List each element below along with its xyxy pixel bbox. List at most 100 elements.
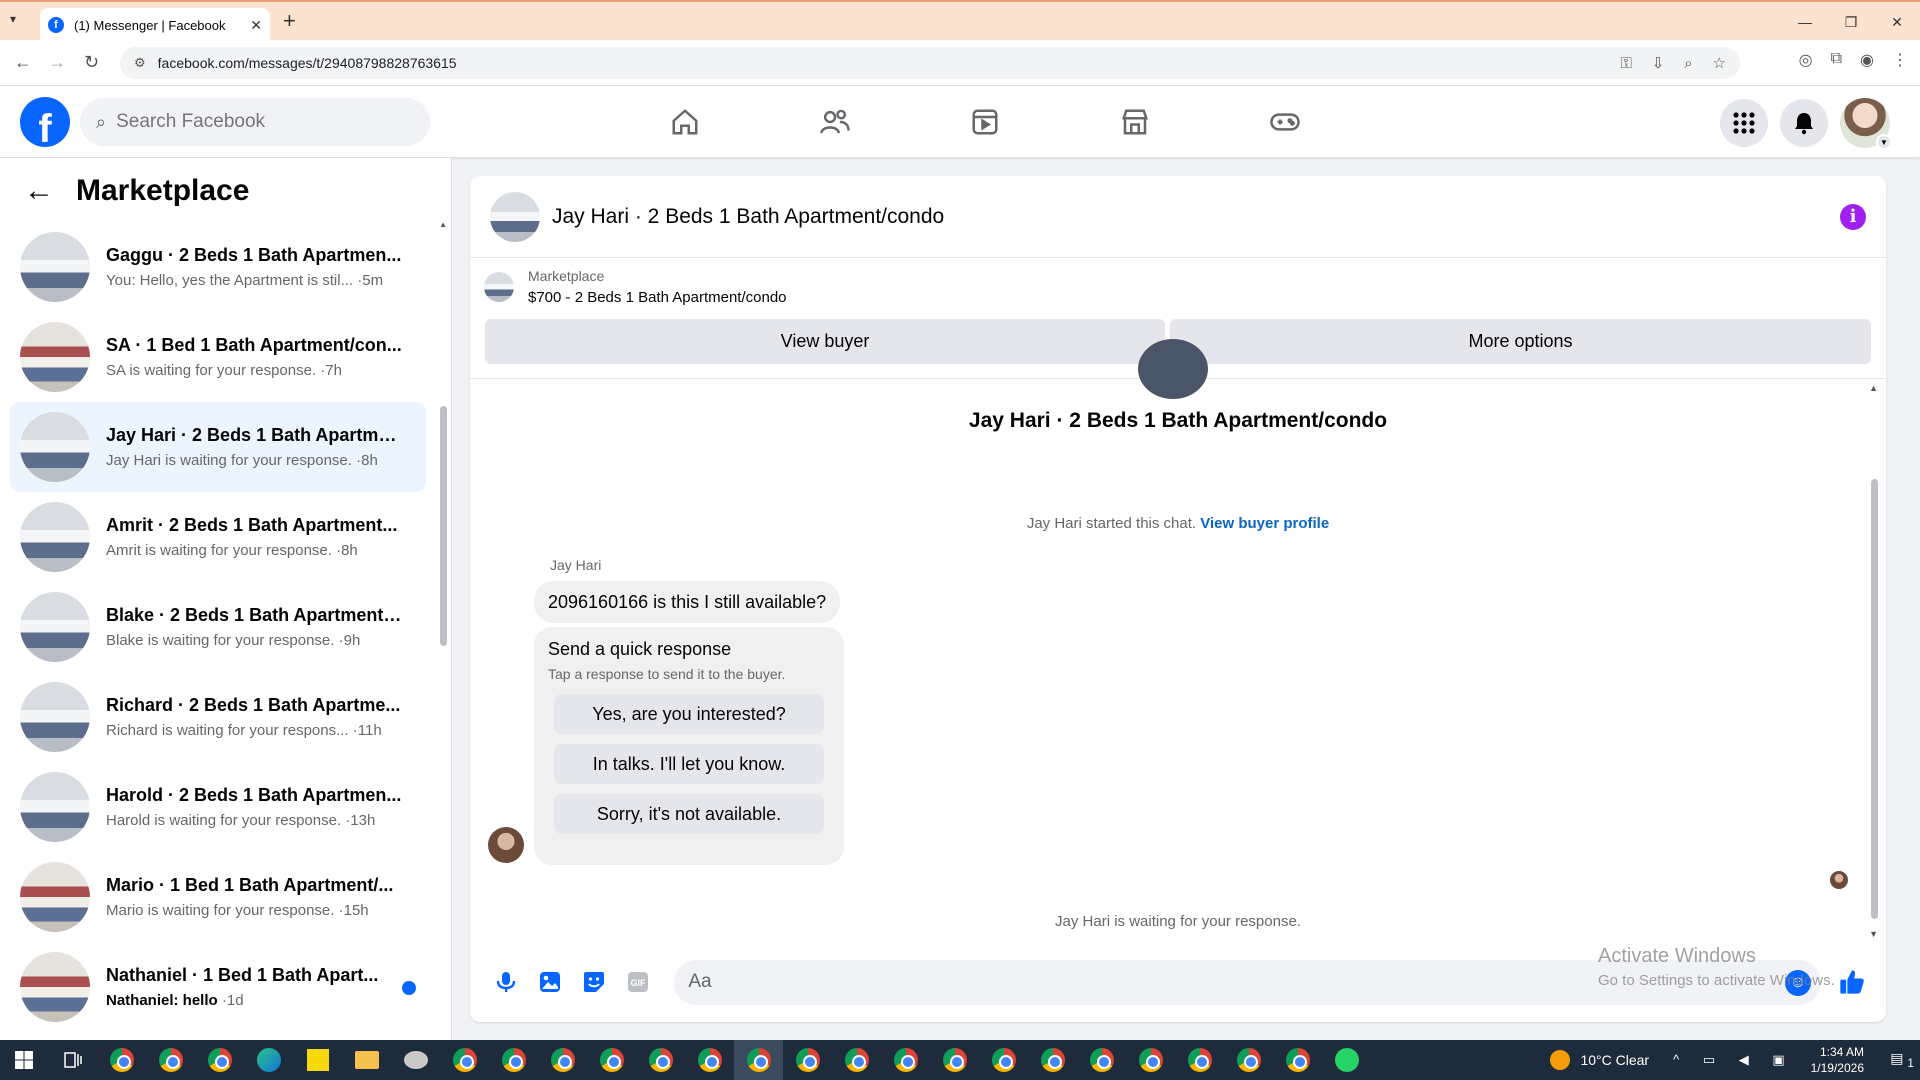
task-view-button[interactable] bbox=[48, 1040, 97, 1080]
chrome-taskbar-icon[interactable] bbox=[1077, 1040, 1126, 1080]
home-tab[interactable] bbox=[610, 86, 760, 158]
back-arrow-icon[interactable]: ← bbox=[24, 174, 54, 208]
listing-thumbnail bbox=[20, 232, 90, 302]
file-explorer-taskbar-icon[interactable] bbox=[342, 1040, 391, 1080]
quick-reply-not-available-button[interactable]: Sorry, it's not available. bbox=[554, 794, 824, 834]
conversation-item[interactable]: Blake · 2 Beds 1 Bath Apartment/... Blake… bbox=[10, 582, 426, 672]
zoom-icon[interactable]: ⌕ bbox=[1684, 55, 1692, 72]
message-bubble[interactable]: 2096160166 is this I still available? bbox=[534, 581, 841, 623]
close-window-button[interactable]: ✕ bbox=[1874, 2, 1920, 42]
video-tab[interactable] bbox=[910, 86, 1060, 158]
sidebar-scrollbar[interactable] bbox=[440, 406, 447, 646]
facebook-logo-icon[interactable]: f bbox=[20, 97, 70, 147]
chrome-taskbar-icon[interactable] bbox=[1224, 1040, 1273, 1080]
sender-avatar[interactable] bbox=[488, 827, 524, 863]
listing-thumbnail bbox=[20, 412, 90, 482]
conversation-item[interactable]: Jay Hari · 2 Beds 1 Bath Apartme... Jay H… bbox=[10, 402, 426, 492]
conversation-preview: SA is waiting for your response. bbox=[106, 362, 317, 379]
view-buyer-profile-link[interactable]: View buyer profile bbox=[1200, 515, 1329, 532]
chrome-taskbar-icon[interactable] bbox=[146, 1040, 195, 1080]
listing-thumbnail[interactable] bbox=[490, 191, 540, 242]
forward-button[interactable]: → bbox=[48, 52, 66, 73]
chrome-taskbar-icon[interactable] bbox=[1273, 1040, 1322, 1080]
app-taskbar-icon[interactable] bbox=[391, 1040, 440, 1080]
more-options-button[interactable]: More options bbox=[1170, 319, 1871, 364]
site-info-icon[interactable]: ⚙ bbox=[134, 55, 146, 71]
minimize-button[interactable]: — bbox=[1782, 2, 1828, 42]
gaming-tab[interactable] bbox=[1210, 86, 1360, 158]
chrome-taskbar-icon[interactable] bbox=[440, 1040, 489, 1080]
facebook-search[interactable]: ⌕ bbox=[80, 98, 430, 146]
browser-menu-icon[interactable]: ⋮ bbox=[1892, 50, 1908, 70]
listing-label: Marketplace bbox=[528, 268, 605, 284]
center-nav bbox=[610, 86, 1360, 158]
chrome-taskbar-icon[interactable] bbox=[1028, 1040, 1077, 1080]
notifications-button[interactable] bbox=[1780, 99, 1828, 147]
quick-reply-yes-button[interactable]: Yes, are you interested? bbox=[554, 694, 824, 734]
chrome-taskbar-icon[interactable] bbox=[930, 1040, 979, 1080]
password-key-icon[interactable]: ⚿ bbox=[1620, 55, 1631, 72]
chrome-taskbar-icon[interactable] bbox=[538, 1040, 587, 1080]
tab-close-icon[interactable]: ✕ bbox=[250, 17, 262, 34]
profile-icon[interactable]: ◉ bbox=[1860, 50, 1874, 70]
quick-reply-in-talks-button[interactable]: In talks. I'll let you know. bbox=[554, 744, 824, 784]
account-avatar[interactable]: ▼ bbox=[1840, 98, 1892, 150]
like-button[interactable] bbox=[1833, 962, 1872, 1002]
chrome-taskbar-icon[interactable] bbox=[636, 1040, 685, 1080]
conversation-item[interactable]: Harold · 2 Beds 1 Bath Apartmen... Harold… bbox=[10, 762, 426, 852]
bookmark-star-icon[interactable]: ☆ bbox=[1713, 55, 1726, 72]
back-button[interactable]: ← bbox=[14, 52, 32, 73]
search-input[interactable] bbox=[116, 111, 397, 133]
info-icon[interactable]: i bbox=[1840, 203, 1866, 230]
chat-scroll-down-icon[interactable]: ▼ bbox=[1869, 929, 1878, 939]
menu-grid-button[interactable] bbox=[1720, 99, 1768, 147]
whatsapp-taskbar-icon[interactable] bbox=[1322, 1040, 1371, 1080]
conversation-item[interactable]: Mario · 1 Bed 1 Bath Apartment/... Mario … bbox=[10, 852, 426, 942]
attach-photo-button[interactable] bbox=[528, 960, 572, 1005]
chrome-taskbar-icon[interactable] bbox=[587, 1040, 636, 1080]
chrome-taskbar-icon[interactable] bbox=[1126, 1040, 1175, 1080]
chrome-taskbar-icon[interactable] bbox=[881, 1040, 930, 1080]
conversation-item[interactable]: Nathaniel · 1 Bed 1 Bath Apart... Nathani… bbox=[10, 942, 426, 1032]
notification-center-button[interactable]: ▤ 1 bbox=[1884, 1050, 1920, 1070]
chrome-taskbar-icon[interactable] bbox=[195, 1040, 244, 1080]
chrome-taskbar-icon[interactable] bbox=[832, 1040, 881, 1080]
restore-button[interactable]: ❐ bbox=[1828, 2, 1874, 42]
friends-tab[interactable] bbox=[760, 86, 910, 158]
sticker-button[interactable] bbox=[572, 960, 616, 1005]
edge-taskbar-icon[interactable] bbox=[244, 1040, 293, 1080]
conversation-item[interactable]: Gaggu · 2 Beds 1 Bath Apartmen... You: He… bbox=[10, 222, 426, 312]
chrome-taskbar-icon[interactable] bbox=[97, 1040, 146, 1080]
clock[interactable]: 1:34 AM 1/19/2026 bbox=[1811, 1044, 1864, 1076]
weather-widget[interactable]: 10°C Clear bbox=[1550, 1050, 1649, 1070]
install-app-icon[interactable]: ⇩ bbox=[1652, 55, 1665, 72]
conversation-item[interactable]: Amrit · 2 Beds 1 Bath Apartment... Amrit … bbox=[10, 492, 426, 582]
scroll-up-arrow-icon[interactable]: ▲ bbox=[439, 220, 447, 229]
conversation-item[interactable]: Richard · 2 Beds 1 Bath Apartme... Richar… bbox=[10, 672, 426, 762]
listing-small-thumbnail[interactable] bbox=[484, 272, 514, 302]
marketplace-tab[interactable] bbox=[1060, 86, 1210, 158]
chat-scrollbar[interactable] bbox=[1871, 479, 1878, 919]
browser-tab[interactable]: f (1) Messenger | Facebook ✕ bbox=[40, 8, 270, 42]
quick-response-card: Send a quick response Tap a response to … bbox=[534, 627, 844, 865]
chrome-taskbar-icon-active[interactable] bbox=[734, 1040, 783, 1080]
chrome-taskbar-icon[interactable] bbox=[783, 1040, 832, 1080]
system-icons[interactable]: ^ ▭ ◀ ▣ bbox=[1673, 1052, 1795, 1068]
translate-icon[interactable]: ◎ bbox=[1799, 50, 1813, 70]
conversation-item[interactable]: SA · 1 Bed 1 Bath Apartment/con... SA is … bbox=[10, 312, 426, 402]
start-button[interactable] bbox=[0, 1040, 48, 1080]
url-bar[interactable]: ⚙ facebook.com/messages/t/29408798828763… bbox=[120, 47, 1740, 79]
chrome-taskbar-icon[interactable] bbox=[685, 1040, 734, 1080]
reload-button[interactable]: ↻ bbox=[84, 52, 99, 73]
new-tab-button[interactable]: + bbox=[283, 8, 296, 34]
voice-clip-button[interactable] bbox=[484, 960, 528, 1005]
chrome-taskbar-icon[interactable] bbox=[1175, 1040, 1224, 1080]
chrome-taskbar-icon[interactable] bbox=[979, 1040, 1028, 1080]
sticky-notes-taskbar-icon[interactable] bbox=[293, 1040, 342, 1080]
view-buyer-button[interactable]: View buyer bbox=[485, 319, 1165, 364]
chat-scroll-up-icon[interactable]: ▲ bbox=[1869, 383, 1878, 393]
chrome-taskbar-icon[interactable] bbox=[489, 1040, 538, 1080]
tab-list-chevron-icon[interactable]: ▾ bbox=[10, 12, 16, 26]
gif-button[interactable]: GIF bbox=[616, 960, 660, 1005]
extensions-icon[interactable]: ⧉ bbox=[1831, 50, 1842, 70]
